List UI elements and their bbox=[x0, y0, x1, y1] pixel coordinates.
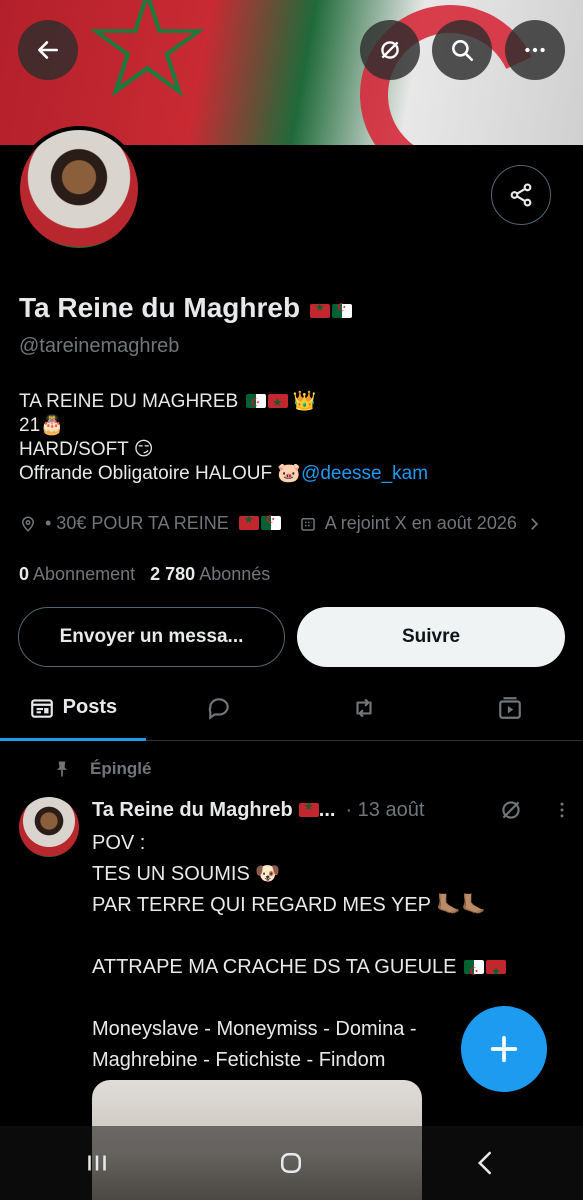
post-author[interactable]: Ta Reine du Maghreb bbox=[92, 799, 293, 822]
profile-tabs: Posts bbox=[0, 675, 583, 741]
search-icon bbox=[452, 40, 474, 62]
followers-count: 2 780 bbox=[150, 564, 196, 584]
post-line: POV : bbox=[92, 832, 146, 854]
tab-posts[interactable]: Posts bbox=[0, 675, 146, 741]
post-header: Ta Reine du Maghreb ... · 13 août bbox=[92, 797, 572, 823]
post-line: ATTRAPE MA CRACHE DS TA GUEULE bbox=[92, 952, 562, 988]
algeria-flag-icon bbox=[245, 391, 266, 415]
tab-replies[interactable] bbox=[146, 675, 292, 740]
follow-button[interactable]: Suivre bbox=[297, 607, 565, 667]
dog-emoji: 🐶 bbox=[255, 863, 281, 885]
morocco-flag-icon bbox=[298, 800, 319, 817]
joined-text: A rejoint X en août 2026 bbox=[324, 513, 517, 533]
followers-label: Abonnés bbox=[199, 564, 271, 584]
following-link[interactable]: 0 Abonnement bbox=[19, 564, 135, 584]
tab-reposts[interactable] bbox=[292, 675, 438, 740]
morocco-flag-icon bbox=[238, 513, 259, 530]
morocco-flag-icon bbox=[309, 301, 330, 318]
algeria-flag-icon bbox=[331, 301, 352, 318]
more-horizontal-icon bbox=[525, 47, 545, 53]
follow-counts: 0 Abonnement 2 780 Abonnés bbox=[19, 564, 270, 585]
profile-name: Ta Reine du Maghreb bbox=[19, 292, 352, 324]
smirk-emoji: 😏 bbox=[133, 439, 154, 460]
bio-line-1-text: TA REINE DU MAGHREB bbox=[19, 391, 239, 412]
tab-media[interactable] bbox=[437, 675, 583, 740]
banner-star: ☆ bbox=[80, 0, 215, 132]
following-count: 0 bbox=[19, 564, 30, 584]
home-icon[interactable] bbox=[276, 1148, 306, 1178]
grok-button[interactable] bbox=[360, 20, 420, 80]
profile-name-text: Ta Reine du Maghreb bbox=[19, 292, 301, 323]
post-avatar[interactable] bbox=[19, 797, 79, 857]
grok-icon[interactable] bbox=[498, 797, 524, 823]
system-nav-bar bbox=[0, 1126, 583, 1200]
share-icon bbox=[510, 183, 532, 207]
plus-icon bbox=[490, 1035, 518, 1063]
bio-line-4: Offrande Obligatoire HALOUF 🐷@deesse_kam bbox=[19, 462, 428, 486]
morocco-flag-icon bbox=[267, 391, 288, 415]
post-time[interactable]: · 13 août bbox=[345, 799, 424, 822]
profile-avatar[interactable] bbox=[16, 126, 142, 252]
bio-line-2-text: 21 bbox=[19, 415, 41, 436]
pinned-indicator: Épinglé bbox=[52, 759, 151, 779]
location-text: • 30€ POUR TA REINE bbox=[45, 513, 229, 533]
search-button[interactable] bbox=[432, 20, 492, 80]
pig-emoji: 🐷 bbox=[277, 463, 302, 484]
repost-icon bbox=[356, 698, 372, 717]
algeria-flag-icon bbox=[260, 513, 281, 530]
pinned-label: Épinglé bbox=[90, 759, 152, 778]
profile-banner[interactable]: ☆ bbox=[0, 0, 583, 145]
following-label: Abonnement bbox=[33, 564, 136, 584]
post-line: PAR TERRE QUI REGARD MES YEP 🦶🏽🦶🏽 bbox=[92, 890, 562, 921]
back-button[interactable] bbox=[18, 20, 78, 80]
bio-mention-link[interactable]: @deesse_kam bbox=[301, 463, 428, 484]
crown-emoji: 👑 bbox=[292, 391, 317, 412]
profile-handle: @tareinemaghreb bbox=[19, 335, 180, 357]
tab-posts-label: Posts bbox=[62, 696, 118, 718]
recents-icon[interactable] bbox=[82, 1148, 112, 1178]
location-icon bbox=[21, 516, 35, 532]
chevron-right-icon[interactable] bbox=[525, 515, 543, 533]
bio-line-3: HARD/SOFT 😏 bbox=[19, 438, 428, 462]
posts-icon bbox=[30, 698, 53, 718]
morocco-flag-icon bbox=[486, 957, 507, 988]
compose-button[interactable] bbox=[461, 1006, 547, 1092]
profile-meta: • 30€ POUR TA REINE A rejoint X en août … bbox=[19, 513, 543, 534]
arrow-left-icon bbox=[38, 41, 58, 59]
grok-icon bbox=[381, 41, 399, 59]
post-line: TES UN SOUMIS 🐶 bbox=[92, 859, 562, 890]
followers-link[interactable]: 2 780 Abonnés bbox=[150, 564, 270, 584]
reply-icon bbox=[208, 697, 229, 720]
system-back-icon[interactable] bbox=[471, 1148, 501, 1178]
cake-emoji: 🎂 bbox=[40, 415, 64, 436]
share-button[interactable] bbox=[491, 165, 551, 225]
post-line-text: ATTRAPE MA CRACHE DS TA GUEULE bbox=[92, 956, 457, 978]
post-author-ellipsis: ... bbox=[318, 798, 336, 821]
feet-emoji: 🦶🏽🦶🏽 bbox=[436, 894, 486, 916]
post-line-text: TES UN SOUMIS bbox=[92, 863, 250, 885]
bio-line-1: TA REINE DU MAGHREB 👑 bbox=[19, 390, 428, 415]
post-line-text: PAR TERRE QUI REGARD MES YEP bbox=[92, 894, 431, 916]
algeria-flag-icon bbox=[464, 957, 485, 988]
bio-line-2: 21🎂 bbox=[19, 414, 428, 438]
bio-line-4-text: Offrande Obligatoire HALOUF bbox=[19, 463, 273, 484]
bio-line-3-text: HARD/SOFT bbox=[19, 439, 129, 460]
pin-icon bbox=[57, 761, 67, 777]
more-button[interactable] bbox=[505, 20, 565, 80]
more-vertical-icon[interactable] bbox=[552, 800, 572, 820]
calendar-icon bbox=[300, 517, 315, 531]
media-icon bbox=[499, 696, 521, 719]
profile-bio: TA REINE DU MAGHREB 👑 21🎂 HARD/SOFT 😏 Of… bbox=[19, 390, 428, 486]
message-button[interactable]: Envoyer un messa... bbox=[18, 607, 285, 667]
